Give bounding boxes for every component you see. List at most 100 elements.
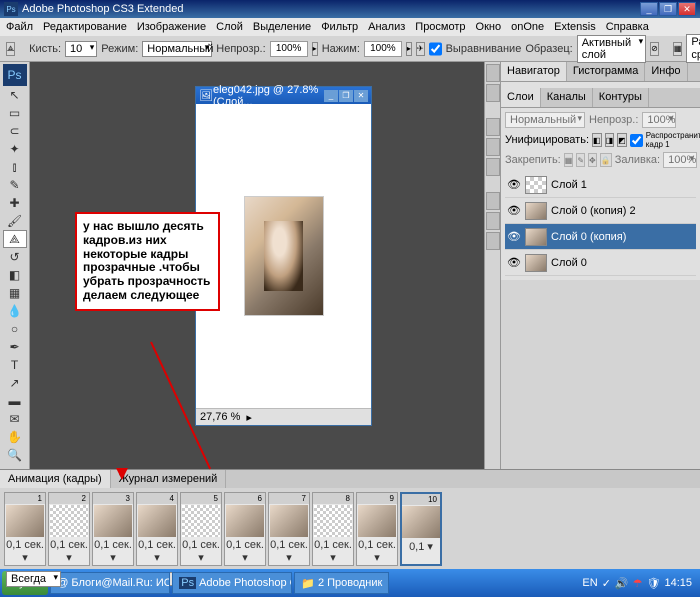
tray-icon[interactable]: ☂ [633,577,643,590]
layer-name[interactable]: Слой 0 (копия) [551,231,626,243]
unify-icon[interactable]: ◨ [605,133,615,147]
layer-row[interactable]: 👁 Слой 0 [505,250,696,276]
dock-icon[interactable] [486,64,500,82]
layer-row[interactable]: 👁 Слой 0 (копия) [505,224,696,250]
visibility-icon[interactable]: 👁 [507,178,521,191]
menu-item[interactable]: Изображение [137,21,206,33]
lasso-tool[interactable]: ⊂ [3,122,27,140]
brush-tool[interactable]: 🖌 [3,212,27,230]
frame-delay[interactable]: 0,1 сек. ▾ [269,538,309,565]
tab-navigator[interactable]: Навигатор [501,62,567,81]
dock-icon[interactable] [486,138,500,156]
animation-frame[interactable]: 30,1 сек. ▾ [92,492,134,566]
tab-paths[interactable]: Контуры [593,88,649,107]
sample-select[interactable]: Активный слой [577,35,646,63]
animation-frame[interactable]: 90,1 сек. ▾ [356,492,398,566]
tab-animation[interactable]: Анимация (кадры) [0,470,111,488]
wand-tool[interactable]: ✦ [3,140,27,158]
lock-icon[interactable]: ▦ [564,153,574,167]
layer-row[interactable]: 👁 Слой 0 (копия) 2 [505,198,696,224]
tray-icon[interactable]: 🔊 [615,577,629,590]
doc-close[interactable]: ✕ [354,90,368,102]
tab-histogram[interactable]: Гистограмма [567,62,646,81]
menu-item[interactable]: onOne [511,21,544,33]
layer-row[interactable]: 👁 Слой 1 [505,172,696,198]
layer-name[interactable]: Слой 0 (копия) 2 [551,205,636,217]
tray-icon[interactable]: ✓ [602,577,611,590]
dock-icon[interactable] [486,212,500,230]
menu-item[interactable]: Справка [606,21,649,33]
type-tool[interactable]: T [3,356,27,374]
tab-channels[interactable]: Каналы [541,88,593,107]
brush-preset[interactable]: 10 [65,41,97,57]
menu-item[interactable]: Extensis [554,21,596,33]
tray-icon[interactable]: 🛡 [647,577,661,590]
minimize-button[interactable]: _ [640,2,658,16]
eraser-tool[interactable]: ◧ [3,266,27,284]
gradient-tool[interactable]: ▦ [3,284,27,302]
dock-icon[interactable] [486,232,500,250]
dock-icon[interactable] [486,118,500,136]
arrow-icon[interactable]: ▸ [406,42,412,56]
frame-delay[interactable]: 0,1 сек. ▾ [93,538,133,565]
menu-item[interactable]: Выделение [253,21,311,33]
doc-min[interactable]: _ [324,90,338,102]
menu-item[interactable]: Просмотр [415,21,465,33]
doc-max[interactable]: ❐ [339,90,353,102]
frame-delay[interactable]: 0,1 сек. ▾ [181,538,221,565]
status-icon[interactable]: ▸ [246,411,252,424]
frame-delay[interactable]: 0,1 сек. ▾ [313,538,353,565]
task-button[interactable]: @Блоги@Mail.Ru: ИСК... [50,572,170,594]
menu-item[interactable]: Файл [6,21,33,33]
arrow-icon[interactable]: ▸ [312,42,318,56]
frame-delay[interactable]: 0,1 сек. ▾ [5,538,45,565]
document-window[interactable]: 🖼 eleg042.jpg @ 27.8% (Слой... _❐✕ 27,76… [195,86,372,426]
crop-tool[interactable]: ⫾ [3,158,27,176]
layer-name[interactable]: Слой 0 [551,257,587,269]
menu-item[interactable]: Редактирование [43,21,127,33]
blend-mode-select[interactable]: Нормальный [142,41,212,57]
workspace-menu[interactable]: Рабочая среда ▾ [686,34,700,63]
eyedropper-tool[interactable]: ✎ [3,176,27,194]
animation-frame[interactable]: 80,1 сек. ▾ [312,492,354,566]
task-button[interactable]: PsAdobe Photoshop CS... [172,572,292,594]
menu-item[interactable]: Окно [476,21,502,33]
zoom-readout[interactable]: 27,76 % [200,411,240,423]
shape-tool[interactable]: ▬ [3,392,27,410]
frame-delay[interactable]: 0,1 сек. ▾ [49,538,89,565]
layer-name[interactable]: Слой 1 [551,179,587,191]
flow-input[interactable] [364,41,402,57]
animation-frame[interactable]: 20,1 сек. ▾ [48,492,90,566]
frame-delay[interactable]: 0,1 ▾ [402,539,440,554]
maximize-button[interactable]: ❐ [659,2,677,16]
propagate-checkbox[interactable] [630,134,643,147]
dock-icon[interactable] [486,84,500,102]
lock-icon[interactable]: 🔒 [600,153,612,167]
hand-tool[interactable]: ✋ [3,428,27,446]
path-tool[interactable]: ↗ [3,374,27,392]
opacity-input[interactable] [270,41,308,57]
animation-frame[interactable]: 40,1 сек. ▾ [136,492,178,566]
frame-delay[interactable]: 0,1 сек. ▾ [225,538,265,565]
dock-icon[interactable] [486,192,500,210]
task-button[interactable]: 📁2 Проводник [294,572,389,594]
visibility-icon[interactable]: 👁 [507,230,521,243]
frame-delay[interactable]: 0,1 сек. ▾ [357,538,397,565]
loop-select[interactable]: Всегда [6,571,61,587]
document-titlebar[interactable]: 🖼 eleg042.jpg @ 27.8% (Слой... _❐✕ [196,87,371,104]
bridge-icon[interactable]: ▦ [673,42,683,56]
clone-stamp-tool[interactable]: ⟁ [3,230,27,248]
visibility-icon[interactable]: 👁 [507,256,521,269]
menu-item[interactable]: Анализ [368,21,405,33]
healing-tool[interactable]: ✚ [3,194,27,212]
dock-icon[interactable] [486,158,500,176]
move-tool[interactable]: ↖ [3,86,27,104]
lock-icon[interactable]: ✥ [588,153,597,167]
unify-icon[interactable]: ◩ [617,133,627,147]
frame-delay[interactable]: 0,1 сек. ▾ [137,538,177,565]
blur-tool[interactable]: 💧 [3,302,27,320]
tab-layers[interactable]: Слои [501,88,541,107]
lang-indicator[interactable]: EN [582,577,597,589]
document-canvas[interactable] [196,104,371,408]
clock[interactable]: 14:15 [664,577,692,589]
